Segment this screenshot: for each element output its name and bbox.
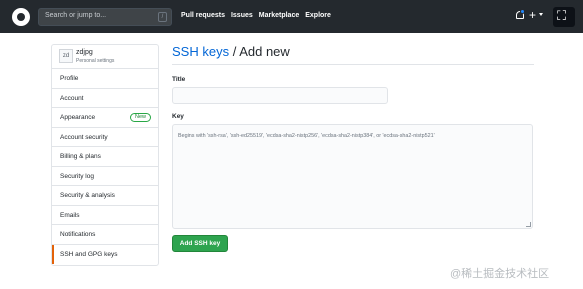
sidebar-item-label: Account security [60,133,108,141]
bell-icon[interactable] [516,9,525,20]
search-placeholder: Search or jump to... [45,12,107,19]
sidebar-item-label: Billing & plans [60,153,101,160]
search-shortcut-key: / [158,12,167,22]
notification-dot [520,9,525,14]
top-header: Search or jump to... / Pull requests Iss… [0,0,583,33]
key-textarea[interactable]: Begins with 'ssh-rsa', 'ssh-ed25519', 'e… [172,124,533,229]
nav-issues[interactable]: Issues [231,12,253,19]
sidebar-item-account[interactable]: Account [52,89,158,108]
avatar: zd [59,49,73,63]
nav-marketplace[interactable]: Marketplace [259,12,299,19]
header-nav: Pull requests Issues Marketplace Explore [181,12,331,19]
title-label: Title [172,76,186,83]
profile-header[interactable]: zd zdjpg Personal settings [52,45,158,69]
sidebar-item-profile[interactable]: Profile [52,69,158,89]
profile-subtitle: Personal settings [76,58,115,64]
sidebar-item-label: Security log [60,172,94,180]
search-input[interactable]: Search or jump to... / [38,8,172,26]
page-title: SSH keys / Add new [172,44,290,59]
watermark: @稀土掘金技术社区 [450,268,550,280]
divider [172,64,534,65]
key-placeholder: Begins with 'ssh-rsa', 'ssh-ed25519', 'e… [178,133,435,139]
caret-down-icon[interactable] [539,13,543,16]
sidebar-item-security-analysis[interactable]: Security & analysis [52,186,158,206]
sidebar-item-label: Account [60,94,84,102]
title-field[interactable] [172,87,388,104]
sidebar-item-appearance[interactable]: Appearance New [52,108,158,128]
sidebar-item-label: Emails [60,211,80,219]
sidebar-item-label: Profile [60,75,79,82]
key-label: Key [172,113,184,120]
ssh-keys-link[interactable]: SSH keys [172,44,229,59]
nav-pull-requests[interactable]: Pull requests [181,12,225,19]
sidebar-item-billing[interactable]: Billing & plans [52,147,158,167]
sidebar-item-ssh-gpg-keys[interactable]: SSH and GPG keys [52,244,158,264]
resize-handle[interactable] [526,222,531,227]
add-ssh-key-button[interactable]: Add SSH key [172,235,228,252]
nav-explore[interactable]: Explore [305,12,331,19]
sidebar-item-account-security[interactable]: Account security [52,128,158,147]
new-badge: New [129,113,151,122]
sidebar-item-label: Notifications [60,231,96,238]
sidebar-item-label: Security & analysis [60,192,115,199]
sidebar-item-security-log[interactable]: Security log [52,167,158,186]
plus-icon[interactable]: + [529,9,536,21]
fullscreen-icon[interactable] [553,7,575,27]
sidebar-item-label: SSH and GPG keys [60,250,118,258]
page-title-rest: / Add new [229,44,290,59]
sidebar-item-emails[interactable]: Emails [52,206,158,225]
github-logo-icon[interactable] [12,8,30,26]
sidebar-item-label: Appearance [60,114,96,121]
profile-name[interactable]: zdjpg [76,49,93,56]
sidebar-item-notifications[interactable]: Notifications [52,225,158,245]
settings-sidebar: zd zdjpg Personal settings Profile Accou… [51,44,159,266]
